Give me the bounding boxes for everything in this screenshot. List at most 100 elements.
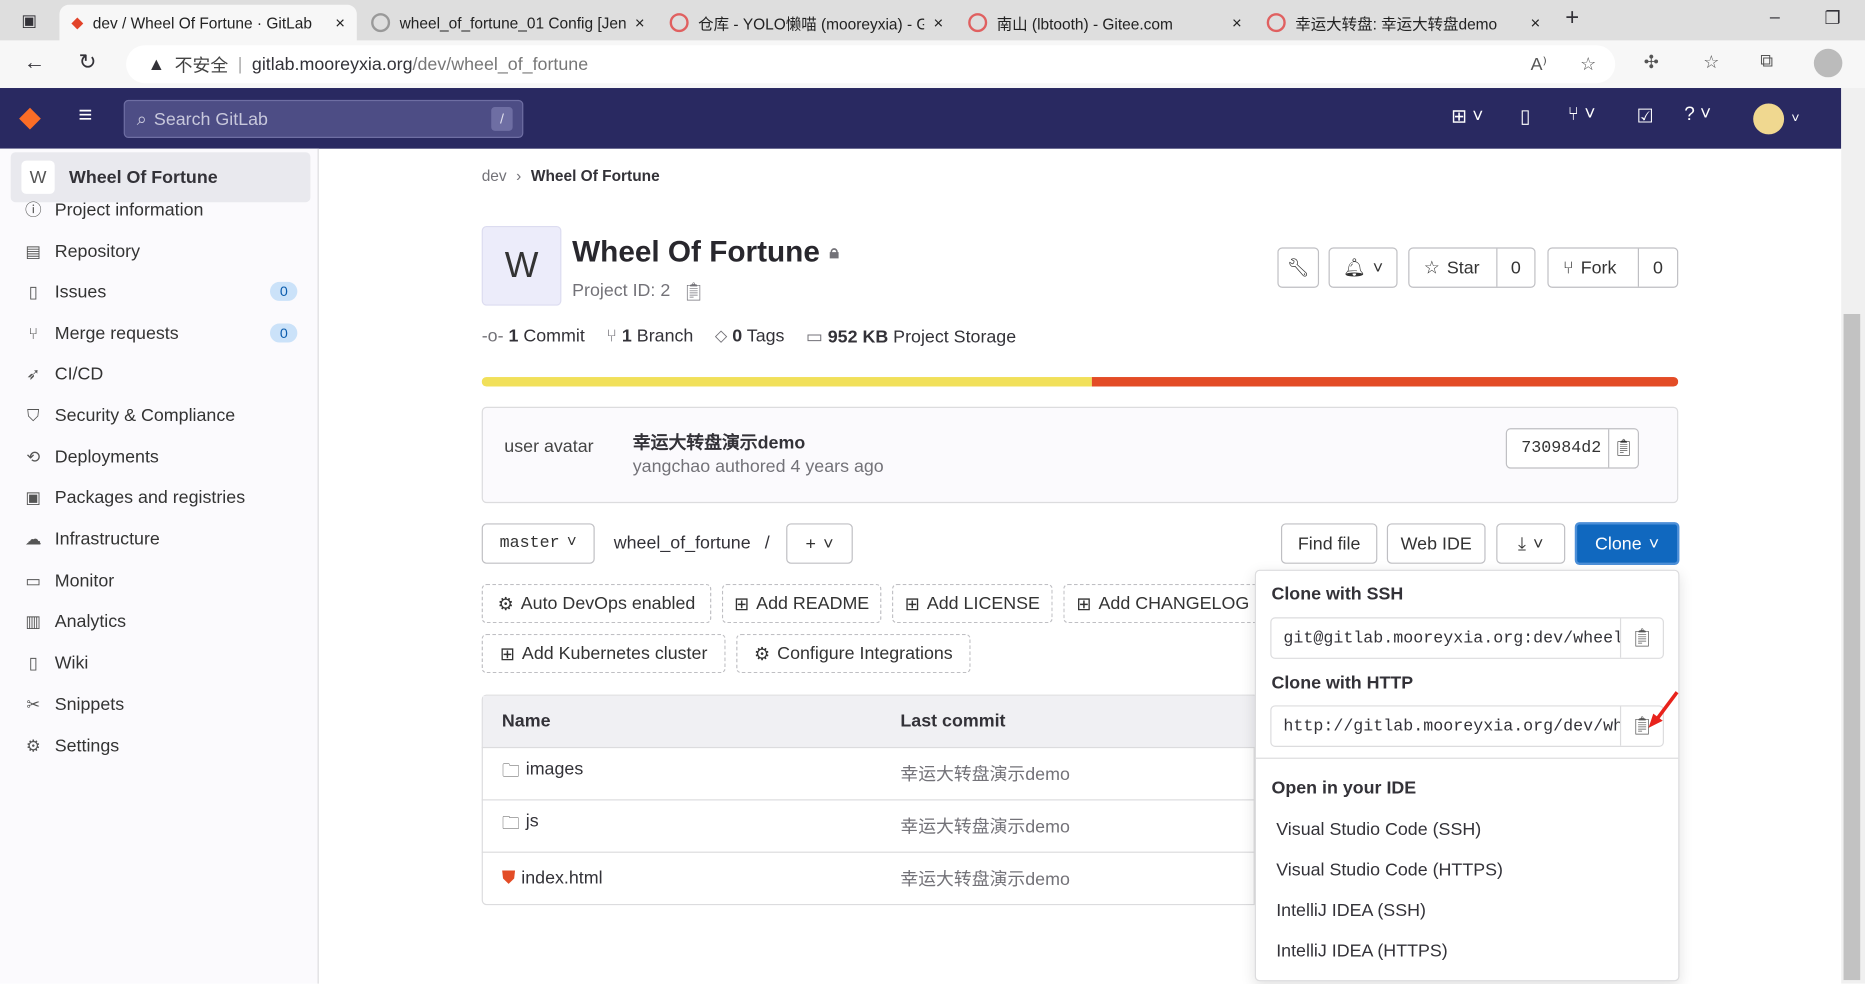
add-license-button[interactable]: ⊞ Add LICENSE [892, 583, 1053, 624]
language-bar[interactable] [481, 377, 1679, 387]
browser-tab[interactable]: 仓库 - YOLO懒喵 (mooreyxia) - Gitee× [658, 5, 955, 41]
last-commit-message[interactable]: 幸运大转盘演示demo [900, 866, 1070, 891]
read-aloud-icon[interactable]: A⁾ [1531, 54, 1547, 75]
browser-tab[interactable]: wheel_of_fortune_01 Config [Jenkins]× [359, 5, 656, 41]
sidebar-item-snippets[interactable]: ✂ Snippets [24, 686, 298, 722]
table-row[interactable]: 🗀︎ images 幸运大转盘演示demo [481, 746, 1255, 799]
help-icon[interactable]: ? ˅ [1684, 105, 1711, 126]
todo-icon[interactable]: ☑ [1637, 105, 1654, 129]
gear-icon: ⚙ [497, 594, 514, 615]
sidebar-item-label: Repository [54, 240, 140, 262]
notifications-button[interactable]: 🔔︎ ˅ [1328, 247, 1398, 288]
http-url-field[interactable]: http://gitlab.mooreyxia.org/dev/wheel_of… [1270, 705, 1664, 747]
profile-avatar[interactable] [1813, 48, 1843, 78]
collections-icon[interactable]: ⧉ [1760, 51, 1773, 71]
ssh-url-field[interactable]: git@gitlab.mooreyxia.org:dev/wheel_of_fo… [1270, 617, 1664, 659]
add-to-tree-button[interactable]: + ˅ [786, 523, 853, 564]
find-file-button[interactable]: Find file [1280, 523, 1378, 564]
reload-icon[interactable]: ↻ [79, 50, 97, 75]
stat-commits[interactable]: -o- 1 Commit [482, 326, 585, 347]
search-input[interactable]: ⌕ Search GitLab / [123, 99, 524, 138]
close-icon[interactable]: × [1232, 13, 1242, 32]
new-tab-icon[interactable]: + [1565, 5, 1579, 32]
last-commit-message[interactable]: 幸运大转盘演示demo [900, 814, 1070, 839]
issues-icon: ▯ [28, 281, 38, 301]
file-name[interactable]: js [526, 811, 539, 841]
sidebar-item-packages-and-registries[interactable]: ▣ Packages and registries [24, 479, 298, 515]
add-readme-button[interactable]: ⊞ Add README [721, 583, 882, 624]
stat-storage[interactable]: ▭ 952 KB Project Storage [806, 326, 1016, 347]
file-name[interactable]: index.html [521, 868, 602, 888]
last-commit-message[interactable]: 幸运大转盘演示demo [900, 761, 1070, 786]
browser-tab[interactable]: ◆ dev / Wheel Of Fortune · GitLab × [59, 4, 357, 41]
browser-tab[interactable]: 南山 (lbtooth) - Gitee.com × [956, 5, 1253, 41]
sidebar-item-project-information[interactable]: ⓘ Project information [24, 191, 298, 227]
favorites-icon[interactable]: ☆ [1703, 51, 1719, 72]
web-ide-button[interactable]: Web IDE [1386, 523, 1486, 564]
sidebar-item-deployments[interactable]: ⟲ Deployments [24, 439, 298, 475]
sidebar-item-issues[interactable]: ▯ Issues 0 [24, 274, 298, 310]
add-changelog-button[interactable]: ⊞ Add CHANGELOG [1063, 583, 1261, 624]
close-icon[interactable]: × [933, 13, 943, 32]
close-icon[interactable]: × [335, 13, 345, 32]
scissors-icon: ✂ [26, 694, 41, 714]
stat-tags[interactable]: ⬦ 0 Tags [715, 326, 785, 347]
configure-integrations-button[interactable]: ⚙ Configure Integrations [736, 633, 971, 674]
clone-button[interactable]: Clone ˅ [1574, 522, 1680, 565]
browser-tab[interactable]: 幸运大转盘: 幸运大转盘demo × [1255, 5, 1552, 41]
issues-icon[interactable]: ▯ [1520, 105, 1530, 129]
copy-icon[interactable]: 📋︎ [682, 281, 705, 302]
gitlab-logo-icon[interactable]: ◆ [19, 100, 41, 134]
plus-square-icon: ⊞ [1076, 594, 1092, 615]
favorite-icon[interactable]: ☆ [1580, 54, 1596, 75]
fork-button[interactable]: ⑂ Fork 0 [1547, 247, 1679, 288]
tab-actions-icon[interactable]: ▣ [21, 11, 37, 31]
file-name[interactable]: images [526, 759, 584, 789]
user-avatar[interactable] [1753, 103, 1785, 135]
copy-ssh-button[interactable]: 📋︎ [1619, 618, 1663, 658]
menu-item-vscode-ssh[interactable]: Visual Studio Code (SSH) [1276, 819, 1481, 839]
commit-meta: yangchao authored 4 years ago [632, 456, 884, 477]
plus-icon: + [805, 533, 816, 554]
create-new-icon[interactable]: ⊞ ˅ [1451, 105, 1483, 129]
menu-item-intellij-ssh[interactable]: IntelliJ IDEA (SSH) [1276, 900, 1426, 920]
sidebar-item-analytics[interactable]: ▥ Analytics [24, 603, 298, 639]
commit-title[interactable]: 幸运大转盘演示demo [633, 429, 805, 454]
commit-sha[interactable]: 730984d2 📋︎ [1505, 428, 1639, 469]
sidebar-item-settings[interactable]: ⚙ Settings [24, 728, 298, 764]
table-row[interactable]: 🗀︎ js 幸运大转盘演示demo [481, 799, 1255, 851]
copy-icon[interactable]: 📋︎ [1608, 429, 1637, 468]
close-icon[interactable]: × [1531, 13, 1541, 32]
branch-select[interactable]: master ˅ [481, 523, 595, 564]
add-kubernetes-button[interactable]: ⊞ Add Kubernetes cluster [481, 633, 726, 674]
scrollbar[interactable] [1841, 88, 1865, 984]
sidebar-item-repository[interactable]: ▤ Repository [24, 233, 298, 269]
download-button[interactable]: ⤓ ˅ [1496, 523, 1566, 564]
minimize-icon[interactable]: – [1770, 7, 1780, 27]
close-icon[interactable]: × [635, 13, 645, 32]
extensions-icon[interactable]: ✣ [1644, 51, 1659, 72]
sidebar-item-infrastructure[interactable]: ☁ Infrastructure [24, 521, 298, 557]
chevron-down-icon[interactable]: ˅ [1791, 109, 1799, 126]
language-segment[interactable] [1091, 377, 1679, 387]
menu-item-intellij-https[interactable]: IntelliJ IDEA (HTTPS) [1276, 941, 1448, 961]
menu-item-vscode-https[interactable]: Visual Studio Code (HTTPS) [1276, 860, 1503, 880]
sidebar-item-monitor[interactable]: ▭ Monitor [24, 563, 298, 599]
menu-icon[interactable]: ≡ [79, 102, 93, 129]
maximize-icon[interactable]: ❐ [1825, 7, 1841, 28]
chevron-down-icon: ˅ [1533, 533, 1544, 554]
language-segment[interactable] [481, 377, 1092, 387]
sidebar-item-wiki[interactable]: ▯ Wiki [24, 645, 298, 681]
sidebar-item-ci-cd[interactable]: ➶ CI/CD [24, 356, 298, 392]
stat-branches[interactable]: ⑂ 1 Branch [606, 326, 693, 347]
sidebar-item-security-compliance[interactable]: ⛉ Security & Compliance [24, 397, 298, 433]
sidebar-item-merge-requests[interactable]: ⑂ Merge requests 0 [24, 315, 298, 351]
star-button[interactable]: ☆ Star 0 [1408, 247, 1536, 288]
auto-devops-button[interactable]: ⚙ Auto DevOps enabled [481, 583, 712, 624]
repo-path[interactable]: wheel_of_fortune [614, 533, 751, 553]
table-row[interactable]: ⛊ index.html 幸运大转盘演示demo [481, 851, 1255, 904]
merge-requests-icon[interactable]: ⑂ ˅ [1568, 105, 1596, 126]
back-icon[interactable]: ← [24, 50, 45, 75]
settings-wrench-button[interactable]: 🔧︎ [1277, 247, 1320, 288]
url-field[interactable]: ▲ 不安全 | gitlab.mooreyxia.org/dev/wheel_o… [126, 45, 1616, 84]
